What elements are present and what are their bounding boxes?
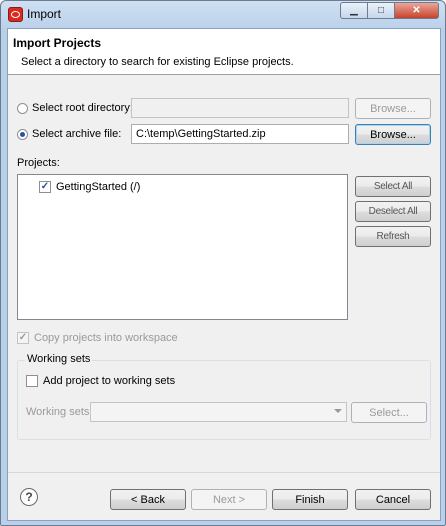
- refresh-button[interactable]: Refresh: [355, 226, 431, 247]
- close-icon: ✕: [412, 5, 421, 16]
- chevron-down-icon: [334, 409, 342, 413]
- root-directory-input[interactable]: [131, 98, 349, 118]
- import-dialog: Import ▁ □ ✕ Import Projects Select a di…: [0, 0, 446, 526]
- add-to-working-sets-option[interactable]: Add project to working sets: [26, 375, 175, 387]
- help-icon[interactable]: ?: [20, 488, 38, 506]
- archive-file-radio[interactable]: [17, 128, 28, 140]
- project-checkbox[interactable]: ✓: [39, 181, 51, 193]
- minimize-icon: ▁: [350, 5, 358, 16]
- working-sets-combo[interactable]: [90, 402, 347, 422]
- copy-projects-checkbox[interactable]: ✓: [17, 332, 29, 344]
- archive-browse-button[interactable]: Browse...: [355, 124, 431, 145]
- page-description: Select a directory to search for existin…: [21, 56, 294, 68]
- archive-file-option[interactable]: Select archive file:: [17, 128, 121, 140]
- list-item[interactable]: ✓ GettingStarted (/): [39, 181, 140, 193]
- footer-divider: [8, 472, 440, 473]
- archive-file-label: Select archive file:: [32, 128, 122, 140]
- select-all-button[interactable]: Select All: [355, 176, 431, 197]
- page-title: Import Projects: [13, 36, 102, 50]
- window-controls: ▁ □ ✕: [340, 2, 439, 20]
- title-bar[interactable]: Import ▁ □ ✕: [1, 1, 445, 27]
- dialog-body: Import Projects Select a directory to se…: [7, 28, 441, 521]
- copy-projects-option[interactable]: ✓ Copy projects into workspace: [17, 332, 178, 344]
- cancel-button[interactable]: Cancel: [355, 489, 431, 510]
- root-directory-radio[interactable]: [17, 102, 28, 114]
- eclipse-app-icon: [8, 7, 23, 22]
- finish-button[interactable]: Finish: [272, 489, 348, 510]
- copy-projects-label: Copy projects into workspace: [34, 332, 178, 344]
- next-button[interactable]: Next >: [191, 489, 267, 510]
- working-sets-select-button[interactable]: Select...: [351, 402, 427, 423]
- checkmark-icon: ✓: [18, 332, 28, 343]
- minimize-button[interactable]: ▁: [340, 2, 367, 19]
- maximize-button[interactable]: □: [367, 2, 394, 19]
- header-banner: Import Projects Select a directory to se…: [8, 29, 440, 75]
- root-directory-option[interactable]: Select root directory:: [17, 102, 133, 114]
- add-to-working-sets-label: Add project to working sets: [43, 375, 176, 387]
- root-directory-label: Select root directory:: [32, 102, 133, 114]
- checkmark-icon: ✓: [40, 181, 50, 192]
- projects-label: Projects:: [17, 157, 60, 169]
- back-button[interactable]: < Back: [110, 489, 186, 510]
- archive-file-input[interactable]: C:\temp\GettingStarted.zip: [131, 124, 349, 144]
- projects-list[interactable]: ✓ GettingStarted (/): [17, 174, 348, 320]
- root-browse-button[interactable]: Browse...: [355, 98, 431, 119]
- maximize-icon: □: [377, 5, 385, 16]
- project-label: GettingStarted (/): [56, 181, 141, 193]
- window-title: Import: [27, 7, 62, 21]
- working-sets-title: Working sets: [25, 353, 93, 365]
- deselect-all-button[interactable]: Deselect All: [355, 201, 431, 222]
- working-sets-field-label: Working sets:: [26, 406, 93, 418]
- close-button[interactable]: ✕: [394, 2, 439, 19]
- working-sets-group: Working sets Add project to working sets…: [17, 353, 431, 440]
- add-to-working-sets-checkbox[interactable]: [26, 375, 38, 387]
